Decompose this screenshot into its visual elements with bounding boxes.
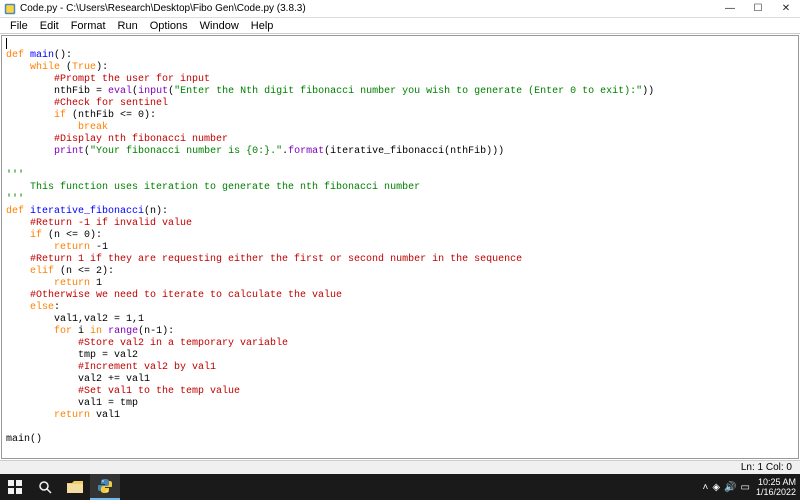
idle-app-button[interactable] bbox=[90, 474, 120, 500]
system-tray[interactable]: ˄ ◈ 🔊 ▭ bbox=[703, 482, 750, 493]
menu-run[interactable]: Run bbox=[112, 20, 144, 32]
clock-time: 10:25 AM bbox=[756, 477, 796, 487]
search-button[interactable] bbox=[30, 474, 60, 500]
menu-bar: File Edit Format Run Options Window Help bbox=[0, 18, 800, 34]
window-buttons: — ☐ ✕ bbox=[716, 0, 800, 17]
clock-date: 1/16/2022 bbox=[756, 487, 796, 497]
python-icon bbox=[98, 479, 112, 493]
windows-taskbar: ˄ ◈ 🔊 ▭ 10:25 AM 1/16/2022 bbox=[0, 474, 800, 500]
windows-icon bbox=[8, 480, 22, 494]
code-editor[interactable]: def main(): while (True): #Prompt the us… bbox=[1, 35, 799, 459]
cursor-position: Ln: 1 Col: 0 bbox=[741, 462, 792, 473]
folder-icon bbox=[67, 481, 83, 493]
search-icon bbox=[38, 480, 52, 494]
menu-help[interactable]: Help bbox=[245, 20, 280, 32]
chevron-up-icon[interactable]: ˄ bbox=[703, 482, 709, 493]
menu-edit[interactable]: Edit bbox=[34, 20, 65, 32]
menu-format[interactable]: Format bbox=[65, 20, 112, 32]
window-title: Code.py - C:\Users\Research\Desktop\Fibo… bbox=[20, 3, 716, 14]
taskbar-clock[interactable]: 10:25 AM 1/16/2022 bbox=[756, 477, 796, 497]
battery-icon[interactable]: ▭ bbox=[741, 482, 750, 493]
network-icon[interactable]: ◈ bbox=[712, 482, 720, 493]
python-idle-icon bbox=[4, 3, 16, 15]
close-button[interactable]: ✕ bbox=[772, 0, 800, 17]
status-bar: Ln: 1 Col: 0 bbox=[0, 460, 800, 474]
menu-options[interactable]: Options bbox=[144, 20, 194, 32]
minimize-button[interactable]: — bbox=[716, 0, 744, 17]
window-titlebar: Code.py - C:\Users\Research\Desktop\Fibo… bbox=[0, 0, 800, 18]
maximize-button[interactable]: ☐ bbox=[744, 0, 772, 17]
file-explorer-button[interactable] bbox=[60, 474, 90, 500]
menu-file[interactable]: File bbox=[4, 20, 34, 32]
volume-icon[interactable]: 🔊 bbox=[724, 482, 736, 493]
code-content[interactable]: def main(): while (True): #Prompt the us… bbox=[2, 36, 798, 448]
start-button[interactable] bbox=[0, 474, 30, 500]
menu-window[interactable]: Window bbox=[194, 20, 245, 32]
